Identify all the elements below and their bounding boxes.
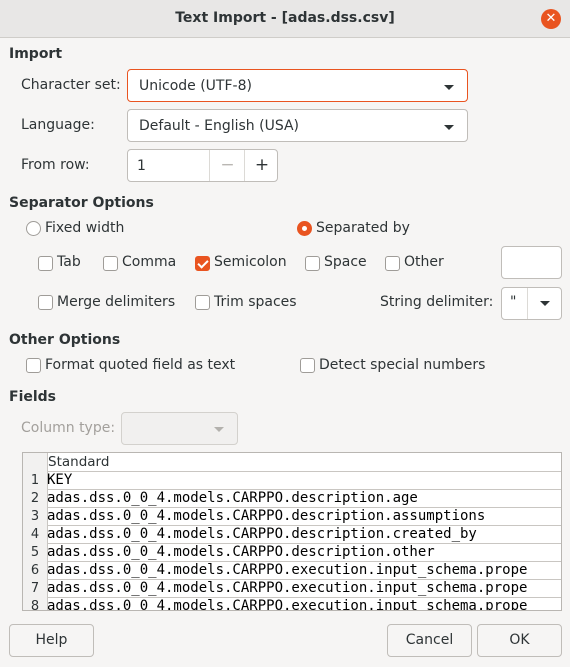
space-label[interactable]: Space [324,254,367,270]
merge-delimiters-checkbox[interactable] [38,295,53,310]
row-cell: adas.dss.0_0_4.models.CARPPO.execution.i… [47,580,528,596]
grid-header: Standard [23,453,561,472]
import-section-title: Import [9,46,63,62]
close-icon[interactable]: ✕ [541,9,561,29]
table-row[interactable]: 3 adas.dss.0_0_4.models.CARPPO.descripti… [23,507,561,526]
table-row[interactable]: 2 adas.dss.0_0_4.models.CARPPO.descripti… [23,489,561,508]
grid-corner[interactable] [23,453,48,471]
table-row[interactable]: 8 adas.dss.0_0_4.models.CARPPO.execution… [23,597,561,611]
other-options-section-title: Other Options [9,332,121,348]
table-row[interactable]: 6 adas.dss.0_0_4.models.CARPPO.execution… [23,561,561,580]
charset-value: Unicode (UTF-8) [139,78,252,94]
other-separator-input[interactable] [501,246,562,279]
fields-section-title: Fields [9,389,57,405]
row-cell: adas.dss.0_0_4.models.CARPPO.description… [47,490,418,506]
ok-button[interactable]: OK [477,624,562,657]
string-delimiter-label: String delimiter: [380,294,494,310]
row-number: 7 [23,579,48,597]
comma-label[interactable]: Comma [122,254,176,270]
decrement-button[interactable]: − [209,150,245,181]
row-number: 5 [23,543,48,561]
separator-section-title: Separator Options [9,195,154,211]
row-cell: adas.dss.0_0_4.models.CARPPO.description… [47,508,486,524]
title-bar: Text Import - [adas.dss.csv] ✕ [0,0,570,38]
window-title: Text Import - [adas.dss.csv] [175,10,395,26]
language-combo[interactable]: Default - English (USA) [127,109,468,142]
row-number: 6 [23,561,48,579]
separated-by-label[interactable]: Separated by [316,220,410,236]
row-cell: adas.dss.0_0_4.models.CARPPO.description… [47,544,435,560]
string-delimiter-combo[interactable]: " [501,287,562,320]
row-cell: adas.dss.0_0_4.models.CARPPO.execution.i… [47,562,528,578]
divider [527,288,528,319]
language-value: Default - English (USA) [139,118,300,134]
chevron-down-icon [214,427,224,432]
from-row-label: From row: [21,157,90,173]
help-button[interactable]: Help [9,624,94,657]
from-row-spinner[interactable]: 1 − + [127,149,278,182]
from-row-value[interactable]: 1 [137,158,146,174]
other-label[interactable]: Other [404,254,444,270]
separated-by-radio[interactable] [297,221,312,236]
string-delimiter-value[interactable]: " [510,294,516,310]
chevron-down-icon [444,85,454,90]
increment-button[interactable]: + [244,150,279,181]
cancel-button[interactable]: Cancel [387,624,472,657]
chevron-down-icon [444,125,454,130]
fixed-width-radio[interactable] [26,221,41,236]
column-type-combo [121,412,238,445]
fields-preview-grid[interactable]: Standard 1 KEY 2 adas.dss.0_0_4.models.C… [22,452,562,611]
comma-checkbox[interactable] [103,256,118,271]
charset-combo[interactable]: Unicode (UTF-8) [127,69,468,102]
table-row[interactable]: 1 KEY [23,471,561,490]
row-number: 4 [23,525,48,543]
detect-special-label[interactable]: Detect special numbers [319,357,485,373]
tab-label[interactable]: Tab [57,254,81,270]
row-number: 1 [23,471,48,489]
row-number: 2 [23,489,48,507]
row-cell: adas.dss.0_0_4.models.CARPPO.description… [47,526,477,542]
semicolon-label[interactable]: Semicolon [214,254,287,270]
table-row[interactable]: 4 adas.dss.0_0_4.models.CARPPO.descripti… [23,525,561,544]
row-number: 3 [23,507,48,525]
row-number: 8 [23,597,48,610]
merge-delimiters-label[interactable]: Merge delimiters [57,294,175,310]
tab-checkbox[interactable] [38,256,53,271]
table-row[interactable]: 7 adas.dss.0_0_4.models.CARPPO.execution… [23,579,561,598]
row-cell: adas.dss.0_0_4.models.CARPPO.execution.i… [47,598,528,611]
row-cell: KEY [47,472,73,488]
trim-spaces-checkbox[interactable] [195,295,210,310]
table-row[interactable]: 5 adas.dss.0_0_4.models.CARPPO.descripti… [23,543,561,562]
other-checkbox[interactable] [385,256,400,271]
language-label: Language: [21,117,95,133]
format-quoted-checkbox[interactable] [26,358,41,373]
semicolon-checkbox[interactable] [195,256,210,271]
column-header[interactable]: Standard [48,454,109,470]
chevron-down-icon[interactable] [540,301,550,306]
fixed-width-label[interactable]: Fixed width [45,220,124,236]
detect-special-checkbox[interactable] [300,358,315,373]
trim-spaces-label[interactable]: Trim spaces [214,294,297,310]
column-type-label: Column type: [21,420,116,436]
space-checkbox[interactable] [305,256,320,271]
charset-label: Character set: [21,77,121,93]
format-quoted-label[interactable]: Format quoted field as text [45,357,235,373]
